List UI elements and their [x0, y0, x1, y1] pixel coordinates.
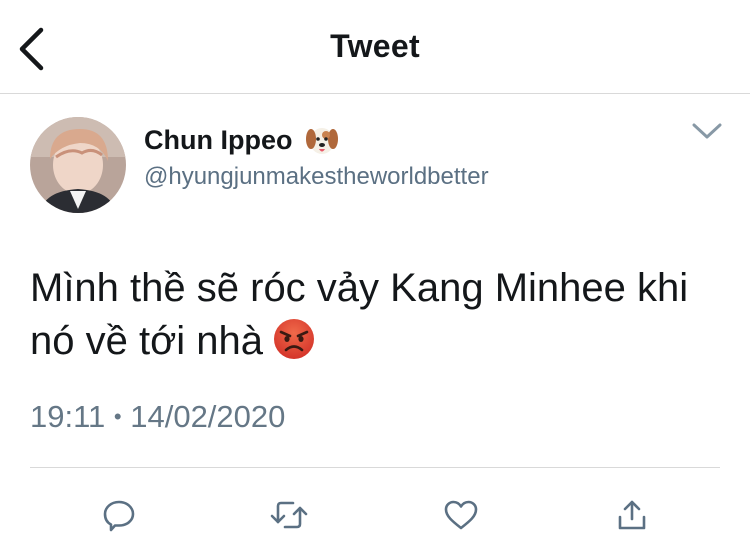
share-button[interactable] — [612, 495, 652, 535]
avatar-photo — [30, 117, 126, 213]
author-name[interactable]: Chun Ippeo — [144, 125, 292, 156]
top-bar: Tweet — [0, 0, 750, 94]
like-icon — [444, 500, 478, 530]
avatar[interactable] — [30, 117, 126, 213]
share-icon — [618, 500, 646, 530]
tweet-text-line: nó về tới nhà — [30, 319, 264, 363]
page-title: Tweet — [330, 28, 420, 64]
like-button[interactable] — [441, 495, 481, 535]
tweet-text-line: Mình thề sẽ róc vảy Kang Minhee khi — [30, 266, 689, 310]
retweet-icon — [270, 501, 308, 529]
angry-face-emoji-icon — [274, 319, 315, 359]
author-name-row: Chun Ippeo — [144, 122, 340, 158]
meta-separator: • — [113, 403, 122, 429]
reply-icon — [103, 500, 135, 532]
chevron-down-icon[interactable] — [690, 120, 724, 142]
divider — [30, 467, 720, 468]
tweet-timestamp[interactable]: 19:11 • 14/02/2020 — [30, 397, 285, 435]
retweet-button[interactable] — [269, 495, 309, 535]
reply-button[interactable] — [99, 495, 139, 535]
tweet-text-line-2: nó về tới nhà — [30, 315, 730, 368]
tweet-time: 19:11 — [30, 398, 106, 434]
dog-face-emoji-icon — [306, 128, 339, 154]
author-handle[interactable]: @hyungjunmakestheworldbetter — [144, 163, 489, 191]
tweet-date: 14/02/2020 — [130, 398, 286, 434]
tweet-text: Mình thề sẽ róc vảy Kang Minhee khi nó v… — [30, 262, 730, 368]
